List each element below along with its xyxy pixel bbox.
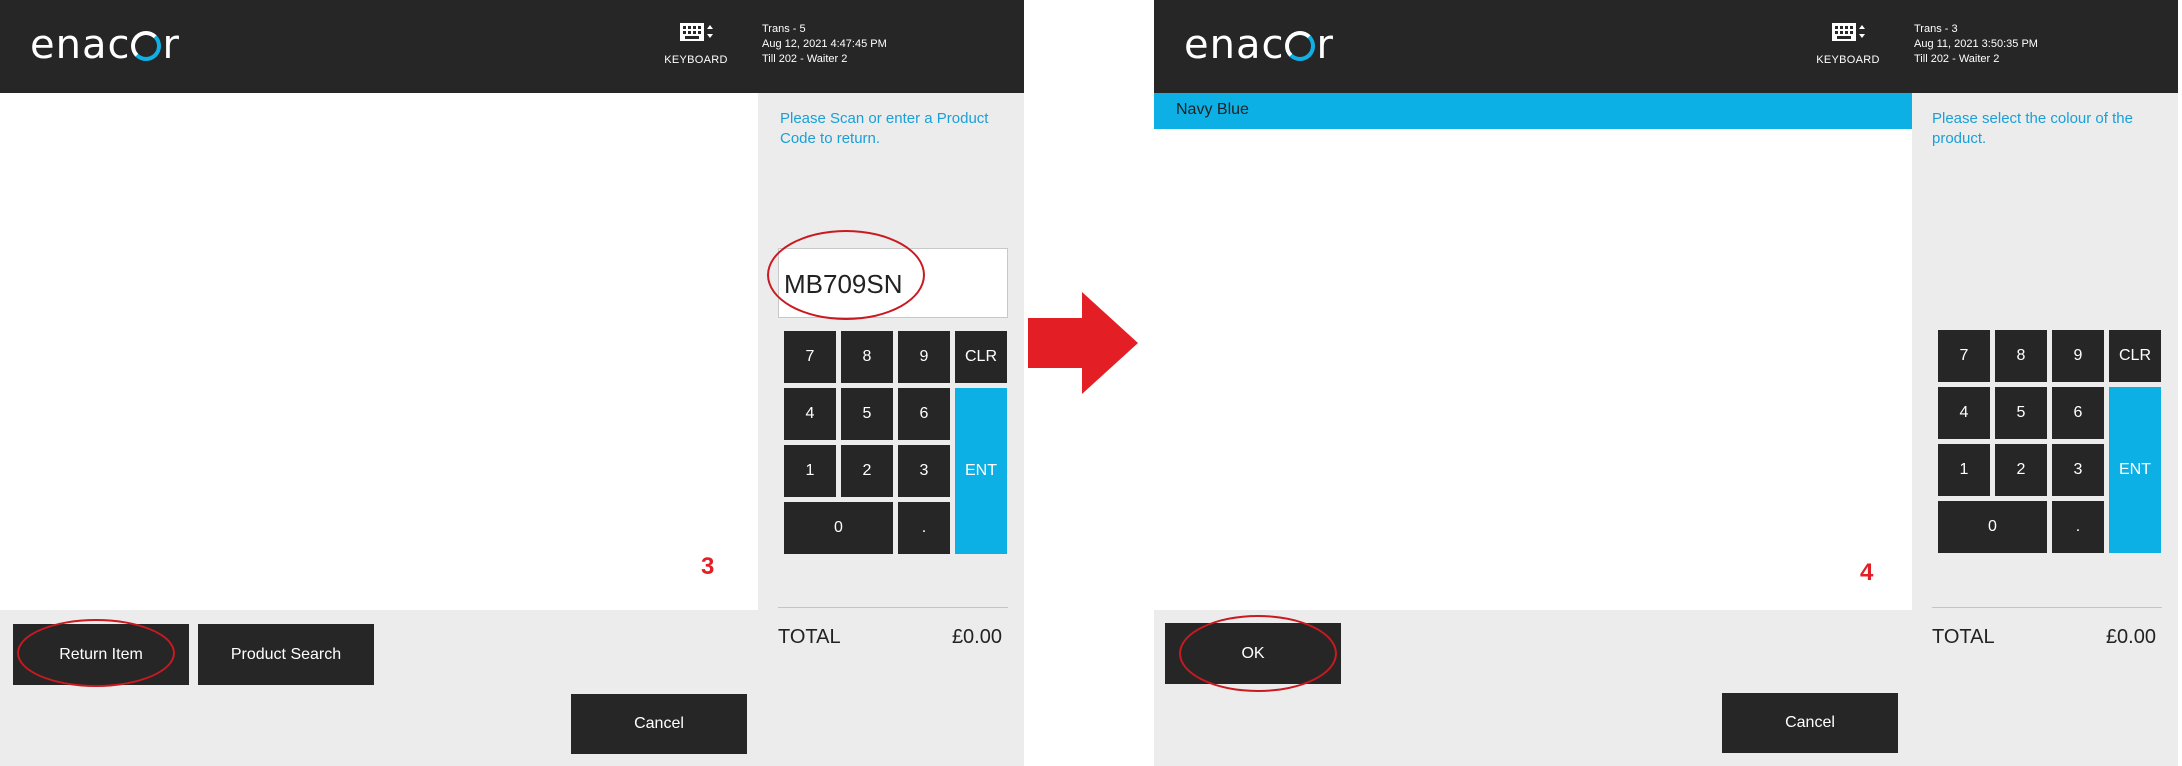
numeric-keypad: 7 8 9 CLR 4 5 6 ENT 1 2 3 0 . bbox=[1938, 330, 2162, 553]
return-item-screen: enac r KEYBOARD Trans - 5 Aug 12, 2021 4:… bbox=[0, 0, 1024, 766]
total-label: TOTAL bbox=[1932, 626, 1995, 648]
colour-option-selected[interactable]: Navy Blue bbox=[1154, 93, 1912, 129]
keyboard-label: KEYBOARD bbox=[1816, 54, 1880, 66]
entry-panel: Please select the colour of the product.… bbox=[1912, 93, 2178, 766]
step-number: 3 bbox=[701, 553, 715, 580]
till-info: Till 202 - Waiter 2 bbox=[1914, 53, 2000, 65]
product-search-button[interactable]: Product Search bbox=[198, 624, 374, 685]
item-list-area: 3 bbox=[0, 93, 758, 610]
trans-datetime: Aug 12, 2021 4:47:45 PM bbox=[762, 38, 887, 50]
product-code-input[interactable]: MB709SN bbox=[778, 248, 1008, 318]
enter-key[interactable]: ENT bbox=[2109, 387, 2161, 553]
key-8[interactable]: 8 bbox=[841, 331, 893, 383]
action-bar: OK Cancel bbox=[1154, 610, 1912, 766]
key-1[interactable]: 1 bbox=[1938, 444, 1990, 496]
key-decimal[interactable]: . bbox=[898, 502, 950, 554]
transaction-info: Trans - 3 Aug 11, 2021 3:50:35 PM Till 2… bbox=[1914, 22, 2038, 67]
trans-number: Trans - 3 bbox=[1914, 23, 1958, 35]
transaction-info: Trans - 5 Aug 12, 2021 4:47:45 PM Till 2… bbox=[762, 22, 887, 67]
logo-refresh-mark-icon bbox=[131, 31, 162, 61]
action-bar: Return Item Product Search Cancel bbox=[0, 610, 758, 766]
ok-button[interactable]: OK bbox=[1165, 623, 1341, 684]
keyboard-toggle-button[interactable]: KEYBOARD bbox=[1816, 22, 1880, 66]
trans-datetime: Aug 11, 2021 3:50:35 PM bbox=[1914, 38, 2038, 50]
header-bar: enac r KEYBOARD Trans - 3 Aug 11, 2021 3:… bbox=[1154, 0, 2178, 93]
cancel-button[interactable]: Cancel bbox=[1722, 693, 1898, 753]
step-number: 4 bbox=[1860, 559, 1874, 586]
return-item-button[interactable]: Return Item bbox=[13, 624, 189, 685]
key-8[interactable]: 8 bbox=[1995, 330, 2047, 382]
key-2[interactable]: 2 bbox=[841, 445, 893, 497]
total-divider bbox=[1932, 607, 2162, 608]
total-value: £0.00 bbox=[2105, 626, 2156, 648]
key-decimal[interactable]: . bbox=[2052, 501, 2104, 553]
clear-key[interactable]: CLR bbox=[2109, 330, 2161, 382]
key-2[interactable]: 2 bbox=[1995, 444, 2047, 496]
key-9[interactable]: 9 bbox=[898, 331, 950, 383]
keyboard-toggle-button[interactable]: KEYBOARD bbox=[664, 22, 728, 66]
colour-selection-screen: enac r KEYBOARD Trans - 3 Aug 11, 2021 3:… bbox=[1154, 0, 2178, 766]
next-step-arrow bbox=[1024, 0, 1154, 766]
key-5[interactable]: 5 bbox=[1995, 387, 2047, 439]
total-label: TOTAL bbox=[778, 626, 841, 648]
colour-list-area: 4 bbox=[1154, 93, 1912, 610]
key-4[interactable]: 4 bbox=[1938, 387, 1990, 439]
key-4[interactable]: 4 bbox=[784, 388, 836, 440]
key-1[interactable]: 1 bbox=[784, 445, 836, 497]
trans-number: Trans - 5 bbox=[762, 23, 806, 35]
key-3[interactable]: 3 bbox=[2052, 444, 2104, 496]
key-9[interactable]: 9 bbox=[2052, 330, 2104, 382]
keyboard-icon bbox=[1832, 23, 1865, 41]
numeric-keypad: 7 8 9 CLR 4 5 6 ENT 1 2 3 0 . bbox=[784, 331, 1008, 554]
key-7[interactable]: 7 bbox=[1938, 330, 1990, 382]
key-0[interactable]: 0 bbox=[784, 502, 893, 554]
key-0[interactable]: 0 bbox=[1938, 501, 2047, 553]
header-bar: enac r KEYBOARD Trans - 5 Aug 12, 2021 4:… bbox=[0, 0, 1024, 93]
key-6[interactable]: 6 bbox=[898, 388, 950, 440]
total-divider bbox=[778, 607, 1008, 608]
enter-key[interactable]: ENT bbox=[955, 388, 1007, 554]
cancel-button[interactable]: Cancel bbox=[571, 694, 747, 754]
right-arrow-icon bbox=[1028, 292, 1138, 394]
keyboard-icon bbox=[680, 23, 713, 41]
clear-key[interactable]: CLR bbox=[955, 331, 1007, 383]
key-6[interactable]: 6 bbox=[2052, 387, 2104, 439]
enactor-logo: enac r bbox=[30, 22, 180, 68]
keyboard-label: KEYBOARD bbox=[664, 54, 728, 66]
enactor-logo: enac r bbox=[1184, 22, 1334, 68]
logo-refresh-mark-icon bbox=[1285, 31, 1316, 61]
key-5[interactable]: 5 bbox=[841, 388, 893, 440]
key-7[interactable]: 7 bbox=[784, 331, 836, 383]
till-info: Till 202 - Waiter 2 bbox=[762, 53, 848, 65]
instruction-text: Please select the colour of the product. bbox=[1932, 110, 2133, 147]
total-value: £0.00 bbox=[951, 626, 1002, 648]
entry-panel: Please Scan or enter a Product Code to r… bbox=[758, 93, 1024, 766]
instruction-text: Please Scan or enter a Product Code to r… bbox=[780, 110, 989, 147]
key-3[interactable]: 3 bbox=[898, 445, 950, 497]
